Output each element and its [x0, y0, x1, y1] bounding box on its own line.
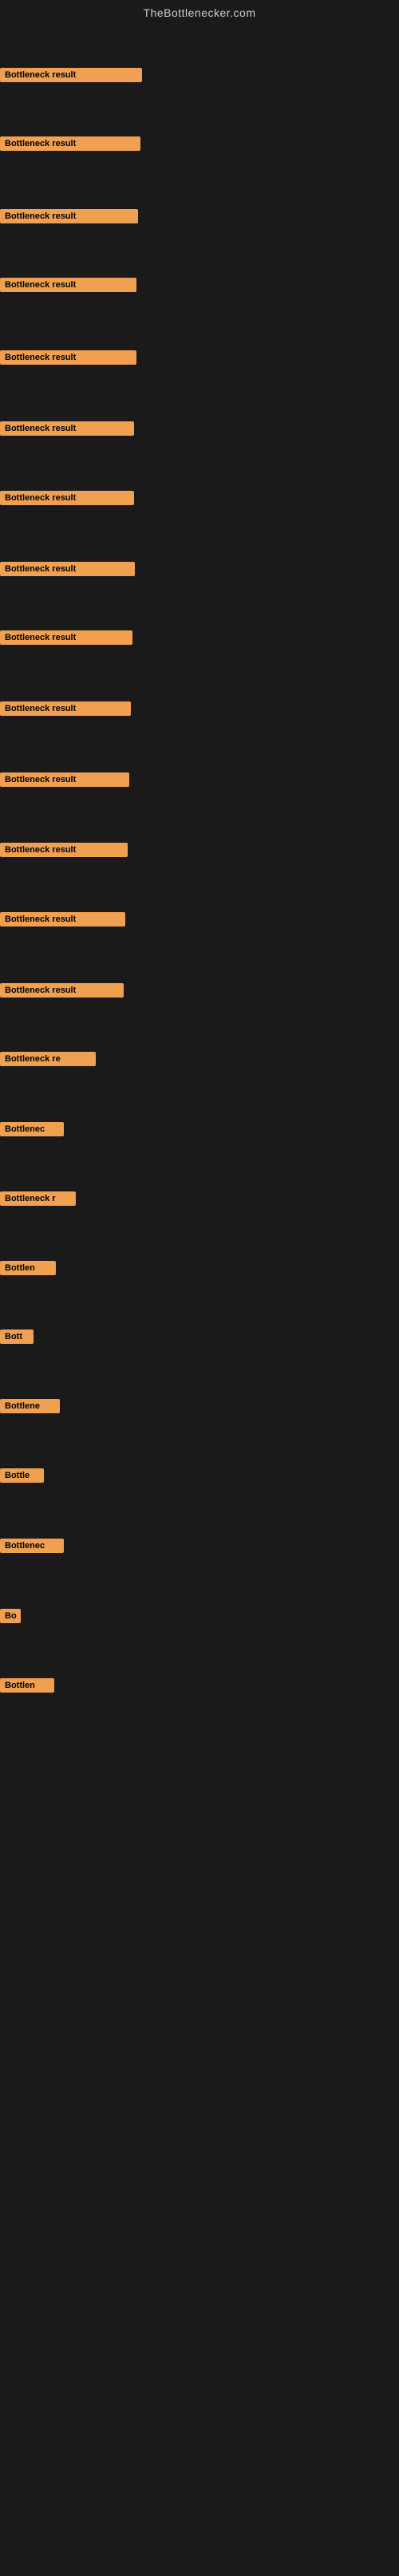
bottleneck-bar-20: Bottlene	[0, 1399, 60, 1413]
bottleneck-bar-21: Bottle	[0, 1468, 44, 1483]
bottleneck-bar-18: Bottlen	[0, 1261, 56, 1275]
bottleneck-bar-row-21: Bottle	[0, 1468, 44, 1487]
bottleneck-bar-17: Bottleneck r	[0, 1191, 76, 1206]
bottleneck-bar-row-16: Bottlenec	[0, 1122, 64, 1140]
site-title: TheBottlenecker.com	[0, 0, 399, 22]
bottleneck-bar-row-22: Bottlenec	[0, 1539, 64, 1557]
bottleneck-bar-13: Bottleneck result	[0, 912, 125, 926]
bottleneck-bar-4: Bottleneck result	[0, 278, 136, 292]
bottleneck-bar-row-3: Bottleneck result	[0, 209, 138, 227]
bottleneck-bar-row-5: Bottleneck result	[0, 350, 136, 369]
bottleneck-bar-14: Bottleneck result	[0, 983, 124, 998]
bottleneck-bar-7: Bottleneck result	[0, 491, 134, 505]
bottleneck-bar-row-7: Bottleneck result	[0, 491, 134, 509]
bottleneck-bar-row-14: Bottleneck result	[0, 983, 124, 1002]
bottleneck-bar-row-24: Bottlen	[0, 1678, 54, 1697]
bottleneck-bar-22: Bottlenec	[0, 1539, 64, 1553]
bottleneck-bar-6: Bottleneck result	[0, 421, 134, 436]
bottleneck-bar-row-12: Bottleneck result	[0, 843, 128, 861]
bottleneck-bar-row-19: Bott	[0, 1329, 34, 1348]
bottleneck-bar-row-20: Bottlene	[0, 1399, 60, 1417]
bottleneck-bar-3: Bottleneck result	[0, 209, 138, 223]
bottleneck-bar-11: Bottleneck result	[0, 772, 129, 787]
bottleneck-bar-23: Bo	[0, 1609, 21, 1623]
bottleneck-bar-row-6: Bottleneck result	[0, 421, 134, 440]
bottleneck-bar-12: Bottleneck result	[0, 843, 128, 857]
bottleneck-bar-row-11: Bottleneck result	[0, 772, 129, 791]
bottleneck-bar-10: Bottleneck result	[0, 701, 131, 716]
bottleneck-bar-row-9: Bottleneck result	[0, 630, 132, 649]
bottleneck-bar-row-4: Bottleneck result	[0, 278, 136, 296]
bottleneck-bar-row-23: Bo	[0, 1609, 21, 1627]
bottleneck-bar-19: Bott	[0, 1329, 34, 1344]
bottleneck-bar-2: Bottleneck result	[0, 136, 140, 151]
bottleneck-bar-row-18: Bottlen	[0, 1261, 56, 1279]
bottleneck-bar-9: Bottleneck result	[0, 630, 132, 645]
bottleneck-bar-24: Bottlen	[0, 1678, 54, 1693]
bottleneck-bar-row-8: Bottleneck result	[0, 562, 135, 580]
bottleneck-bar-15: Bottleneck re	[0, 1052, 96, 1066]
bottleneck-bar-8: Bottleneck result	[0, 562, 135, 576]
bottleneck-bar-1: Bottleneck result	[0, 68, 142, 82]
bottleneck-bar-row-15: Bottleneck re	[0, 1052, 96, 1070]
bottleneck-bar-row-13: Bottleneck result	[0, 912, 125, 930]
bottleneck-bar-5: Bottleneck result	[0, 350, 136, 365]
bottleneck-bar-row-10: Bottleneck result	[0, 701, 131, 720]
bottleneck-bar-row-17: Bottleneck r	[0, 1191, 76, 1210]
bottleneck-bar-row-2: Bottleneck result	[0, 136, 140, 155]
bottleneck-bar-16: Bottlenec	[0, 1122, 64, 1136]
bottleneck-bar-row-1: Bottleneck result	[0, 68, 142, 86]
